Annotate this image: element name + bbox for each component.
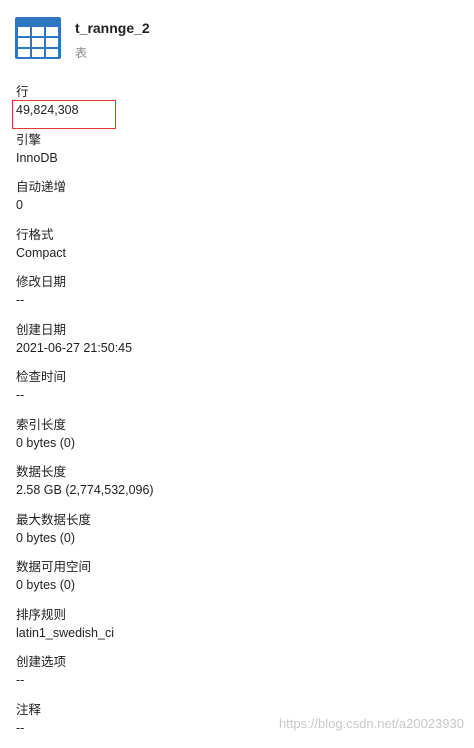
property-value: 0 bytes (0) — [16, 529, 456, 547]
property-max-data-length: 最大数据长度 0 bytes (0) — [16, 511, 456, 559]
property-row-format: 行格式 Compact — [16, 226, 456, 274]
property-label: 排序规则 — [16, 606, 456, 624]
property-modified-date: 修改日期 -- — [16, 273, 456, 321]
table-header: t_rannge_2 表 — [14, 12, 454, 64]
watermark: https://blog.csdn.net/a20023930 — [279, 716, 464, 731]
property-value: -- — [16, 671, 456, 689]
property-create-options: 创建选项 -- — [16, 653, 456, 701]
property-value: Compact — [16, 244, 456, 262]
property-label: 创建选项 — [16, 653, 456, 671]
property-label: 自动递增 — [16, 178, 456, 196]
property-index-length: 索引长度 0 bytes (0) — [16, 416, 456, 464]
property-value: -- — [16, 386, 456, 404]
property-label: 索引长度 — [16, 416, 456, 434]
property-value: latin1_swedish_ci — [16, 624, 456, 642]
property-label: 行格式 — [16, 226, 456, 244]
property-data-length: 数据长度 2.58 GB (2,774,532,096) — [16, 463, 456, 511]
property-label: 最大数据长度 — [16, 511, 456, 529]
property-created-date: 创建日期 2021-06-27 21:50:45 — [16, 321, 456, 369]
property-value: 0 bytes (0) — [16, 434, 456, 452]
row-count-highlight-box — [12, 100, 116, 129]
property-label: 数据可用空间 — [16, 558, 456, 576]
property-label: 检查时间 — [16, 368, 456, 386]
property-check-time: 检查时间 -- — [16, 368, 456, 416]
property-value: 0 bytes (0) — [16, 576, 456, 594]
property-value: 2.58 GB (2,774,532,096) — [16, 481, 456, 499]
property-engine: 引擎 InnoDB — [16, 131, 456, 179]
property-value: -- — [16, 291, 456, 309]
property-list: 行 49,824,308 引擎 InnoDB 自动递增 0 行格式 Compac… — [16, 83, 456, 748]
property-label: 修改日期 — [16, 273, 456, 291]
table-name: t_rannge_2 — [75, 20, 150, 36]
table-grid-icon — [14, 16, 62, 60]
property-label: 引擎 — [16, 131, 456, 149]
property-label: 行 — [16, 83, 456, 101]
property-label: 创建日期 — [16, 321, 456, 339]
property-auto-increment: 自动递增 0 — [16, 178, 456, 226]
property-label: 数据长度 — [16, 463, 456, 481]
table-properties-panel: { "header": { "title": "t_rannge_2", "su… — [0, 0, 474, 737]
property-data-free: 数据可用空间 0 bytes (0) — [16, 558, 456, 606]
property-value: InnoDB — [16, 149, 456, 167]
property-value: 2021-06-27 21:50:45 — [16, 339, 456, 357]
object-type-label: 表 — [75, 44, 87, 61]
property-value: 0 — [16, 196, 456, 214]
property-collation: 排序规则 latin1_swedish_ci — [16, 606, 456, 654]
